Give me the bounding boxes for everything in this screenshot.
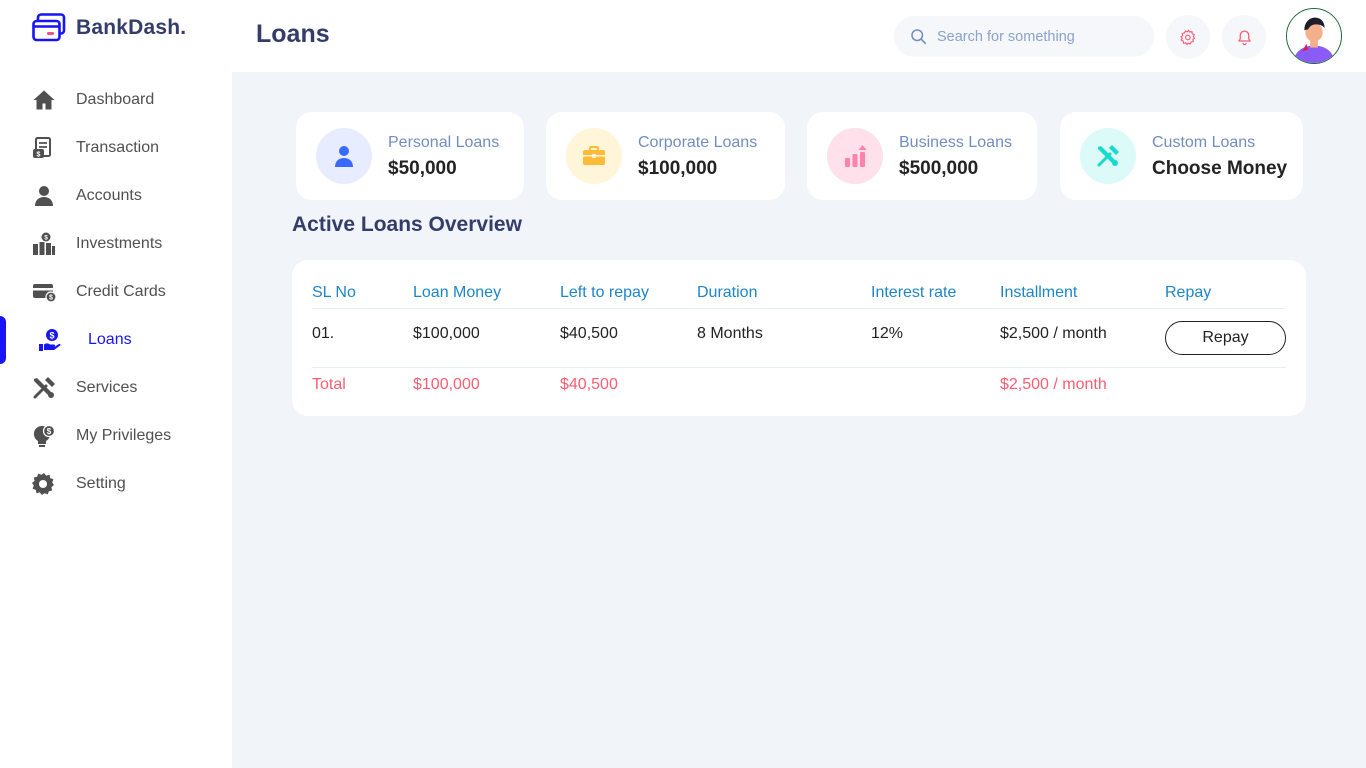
active-indicator	[0, 316, 6, 364]
svg-text:$: $	[44, 235, 48, 242]
privileges-icon: $	[32, 424, 56, 448]
sidebar: BankDash. Dashboard $ Transaction Accoun…	[0, 0, 232, 768]
cell-left-to-repay: $40,500	[560, 325, 618, 342]
profile-avatar-icon	[1287, 9, 1341, 63]
services-icon	[32, 376, 56, 400]
sidebar-item-my-privileges[interactable]: $ My Privileges	[0, 412, 232, 460]
transaction-icon: $	[32, 136, 56, 160]
business-loans-card[interactable]: Business Loans $500,000	[807, 112, 1037, 200]
svg-text:$: $	[49, 330, 54, 340]
corporate-loans-card[interactable]: Corporate Loans $100,000	[546, 112, 785, 200]
loan-icon: $	[38, 328, 62, 352]
gear-icon	[32, 472, 56, 496]
card-label: Personal Loans	[388, 133, 500, 151]
settings-icon	[1179, 28, 1195, 46]
home-icon	[32, 88, 56, 112]
briefcase-icon	[566, 128, 622, 184]
settings-button[interactable]	[1166, 15, 1210, 59]
column-header-repay[interactable]: Repay	[1165, 284, 1211, 302]
brand-name: BankDash.	[76, 16, 187, 39]
total-loan-money: $100,000	[413, 376, 480, 393]
sidebar-item-label: Accounts	[76, 187, 142, 204]
column-header-sl-no[interactable]: SL No	[312, 284, 356, 302]
sidebar-item-label: Transaction	[76, 139, 159, 156]
avatar[interactable]	[1286, 8, 1342, 64]
header-divider	[312, 308, 1286, 309]
bell-icon	[1237, 29, 1251, 45]
custom-loans-card[interactable]: Custom Loans Choose Money	[1060, 112, 1303, 200]
search-bar[interactable]	[894, 16, 1154, 57]
svg-text:$: $	[49, 295, 53, 302]
notifications-button[interactable]	[1222, 15, 1266, 59]
sidebar-item-label: Setting	[76, 475, 126, 492]
cell-sl-no: 01.	[312, 325, 335, 342]
sidebar-item-label: Investments	[76, 235, 163, 252]
sidebar-item-label: My Privileges	[76, 427, 172, 444]
card-label: Corporate Loans	[638, 133, 758, 151]
sidebar-item-label: Loans	[88, 331, 132, 348]
column-header-duration[interactable]: Duration	[697, 284, 757, 302]
personal-loans-card[interactable]: Personal Loans $50,000	[296, 112, 524, 200]
card-value: $50,000	[388, 157, 457, 179]
sidebar-item-label: Dashboard	[76, 91, 155, 108]
card-label: Business Loans	[899, 133, 1012, 151]
sidebar-item-investments[interactable]: $ Investments	[0, 220, 232, 268]
sidebar-item-setting[interactable]: Setting	[0, 460, 232, 508]
total-left-to-repay: $40,500	[560, 376, 618, 393]
row-divider	[312, 367, 1286, 368]
sidebar-item-label: Services	[76, 379, 138, 396]
cell-loan-money: $100,000	[413, 325, 480, 342]
search-icon	[911, 29, 927, 45]
column-header-loan-money[interactable]: Loan Money	[413, 284, 501, 302]
card-value: $100,000	[638, 157, 718, 179]
card-label: Custom Loans	[1152, 133, 1256, 151]
person-icon	[316, 128, 372, 184]
card-value: Choose Money	[1152, 157, 1288, 179]
section-title: Active Loans Overview	[292, 213, 522, 236]
card-logo-icon	[32, 13, 66, 42]
sidebar-nav: Dashboard $ Transaction Accounts $ Inves…	[0, 76, 232, 508]
tools-icon	[1080, 128, 1136, 184]
cell-duration: 8 Months	[697, 325, 763, 342]
page-title: Loans	[256, 20, 330, 48]
sidebar-item-label: Credit Cards	[76, 283, 166, 300]
sidebar-item-transaction[interactable]: $ Transaction	[0, 124, 232, 172]
cell-interest-rate: 12%	[871, 325, 904, 342]
svg-text:$: $	[47, 427, 52, 436]
active-loans-table: SL No Loan Money Left to repay Duration …	[292, 260, 1306, 416]
sidebar-item-loans[interactable]: $ Loans	[0, 316, 232, 364]
column-header-installment[interactable]: Installment	[1000, 284, 1077, 302]
sidebar-item-accounts[interactable]: Accounts	[0, 172, 232, 220]
search-input[interactable]	[937, 28, 1137, 45]
sidebar-item-credit-cards[interactable]: $ Credit Cards	[0, 268, 232, 316]
credit-card-icon: $	[32, 280, 56, 304]
top-header: Loans	[232, 0, 1366, 72]
repay-button[interactable]: Repay	[1165, 321, 1286, 355]
card-value: $500,000	[899, 157, 979, 179]
column-header-left-to-repay[interactable]: Left to repay	[560, 284, 649, 302]
brand-logo[interactable]: BankDash.	[32, 13, 186, 43]
total-installment: $2,500 / month	[1000, 376, 1107, 393]
investment-icon: $	[32, 232, 56, 256]
sidebar-item-services[interactable]: Services	[0, 364, 232, 412]
sidebar-item-dashboard[interactable]: Dashboard	[0, 76, 232, 124]
chart-up-icon	[827, 128, 883, 184]
column-header-interest-rate[interactable]: Interest rate	[871, 284, 956, 302]
cell-installment: $2,500 / month	[1000, 325, 1107, 342]
user-icon	[32, 184, 56, 208]
total-label: Total	[312, 376, 346, 393]
svg-text:$: $	[37, 152, 41, 159]
